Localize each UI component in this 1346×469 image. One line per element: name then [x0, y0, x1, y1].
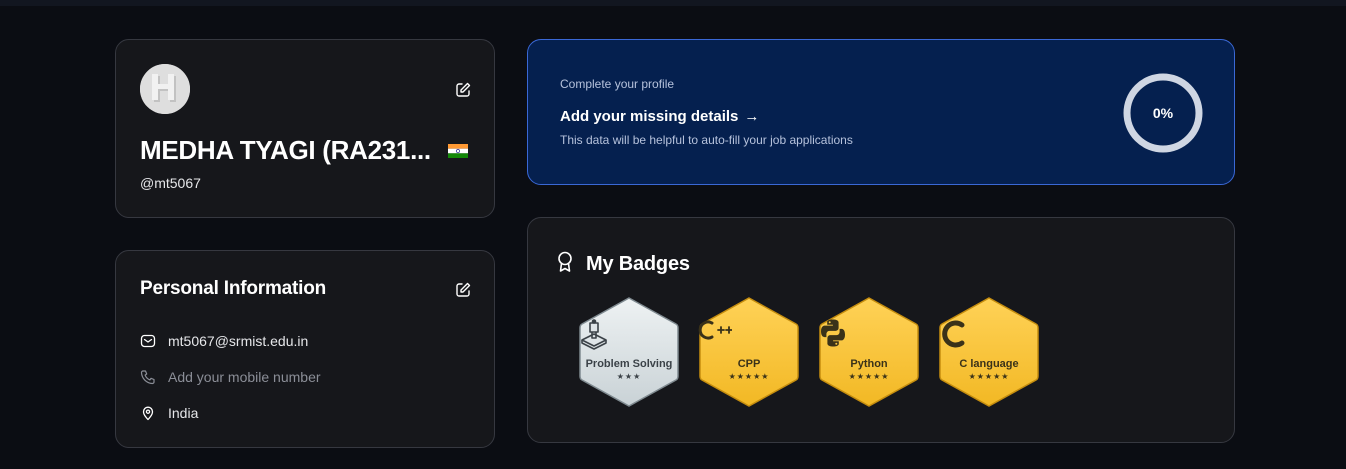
top-strip — [0, 0, 1346, 6]
phone-icon — [140, 369, 156, 385]
email-value: mt5067@srmist.edu.in — [168, 333, 309, 349]
profile-progress-ring: 0% — [1122, 72, 1204, 154]
badge-problem-solving[interactable]: Problem Solving ★★★ — [578, 296, 680, 408]
badge-stars: ★★★★★ — [968, 372, 1010, 381]
complete-profile-description: This data will be helpful to auto-fill y… — [560, 133, 853, 147]
profile-card: MEDHA TYAGI (RA231... @mt5067 — [115, 39, 495, 218]
badge-name: CPP — [737, 358, 761, 370]
badge-c-language[interactable]: C language ★★★★★ — [938, 296, 1040, 408]
badges-header: My Badges — [556, 251, 690, 278]
python-icon — [818, 318, 920, 352]
edit-profile-icon[interactable] — [454, 81, 472, 99]
badges-card: My Badges Problem Solving ★★★ CPP ★★★★★ … — [527, 217, 1235, 443]
complete-profile-card[interactable]: Complete your profile Add your missing d… — [527, 39, 1235, 185]
badge-cpp[interactable]: CPP ★★★★★ — [698, 296, 800, 408]
personal-info-title: Personal Information — [140, 278, 327, 299]
badge-name: Problem Solving — [585, 358, 673, 370]
badge-stars: ★★★ — [616, 372, 642, 381]
avatar — [140, 64, 190, 114]
award-ribbon-icon — [556, 251, 574, 278]
edit-personal-info-icon[interactable] — [454, 281, 472, 299]
badge-name: Python — [850, 358, 888, 370]
arrow-right-icon: → — [744, 108, 760, 125]
badge-stars: ★★★★★ — [848, 372, 890, 381]
badge-name: C language — [959, 358, 1019, 370]
problem-solving-icon — [578, 318, 680, 352]
profile-handle: @mt5067 — [140, 175, 201, 191]
progress-percent-text: 0% — [1153, 105, 1174, 121]
mobile-row[interactable]: Add your mobile number — [140, 367, 321, 387]
location-value: India — [168, 405, 199, 421]
complete-profile-label: Complete your profile — [560, 77, 675, 91]
cpp-icon — [698, 318, 800, 352]
badges-title: My Badges — [586, 253, 690, 275]
location-pin-icon — [140, 405, 156, 421]
mail-icon — [140, 333, 156, 349]
c-language-icon — [938, 318, 1040, 352]
badge-python[interactable]: Python ★★★★★ — [818, 296, 920, 408]
badge-stars: ★★★★★ — [728, 372, 770, 381]
profile-name: MEDHA TYAGI (RA231... — [140, 135, 431, 165]
mobile-placeholder[interactable]: Add your mobile number — [168, 369, 321, 385]
india-flag-icon — [448, 144, 468, 158]
email-row: mt5067@srmist.edu.in — [140, 331, 308, 351]
location-row: India — [140, 403, 198, 423]
add-missing-details-text[interactable]: Add your missing details — [560, 108, 738, 125]
add-missing-details-link[interactable]: Add your missing details → — [560, 108, 759, 125]
personal-info-card: Personal Information mt5067@srmist.edu.i… — [115, 250, 495, 448]
